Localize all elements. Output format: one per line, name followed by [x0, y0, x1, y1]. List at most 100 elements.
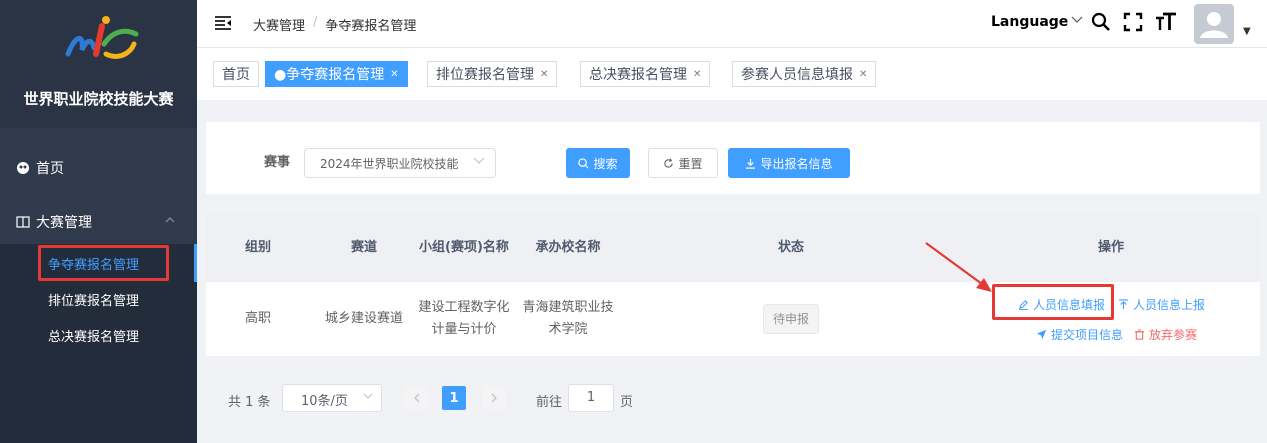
chevron-down-icon [363, 393, 373, 399]
close-icon[interactable]: ✕ [540, 69, 548, 80]
upload-icon [1118, 299, 1129, 310]
tag-label: ●争夺赛报名管理 [274, 67, 385, 83]
fill-personnel-link[interactable]: 人员信息填报 [1018, 296, 1105, 313]
close-icon[interactable]: ✕ [693, 69, 701, 80]
chevron-up-icon [165, 217, 175, 223]
sidebar-item-home[interactable]: 首页 [0, 150, 197, 186]
cell-track: 城乡建设赛道 [324, 311, 403, 326]
prev-page-button[interactable] [404, 386, 428, 410]
arrow-icon [925, 242, 992, 292]
report-personnel-label: 人员信息上报 [1133, 298, 1206, 312]
breadcrumb-item: 争夺赛报名管理 [325, 19, 417, 34]
close-icon[interactable]: ✕ [859, 69, 867, 80]
dashboard-icon [16, 161, 30, 175]
user-icon [1200, 12, 1228, 38]
export-button-label: 导出报名信息 [760, 156, 833, 171]
cell-name: 建设工程数字化计量与计价 [418, 300, 510, 337]
font-size-icon[interactable] [1155, 12, 1177, 32]
menu-fold-icon[interactable] [215, 16, 231, 30]
sidebar-item-final-reg[interactable]: 总决赛报名管理 [0, 318, 197, 352]
tag-final-reg[interactable]: 总决赛报名管理 ✕ [580, 61, 711, 87]
reset-button[interactable]: 重置 [648, 148, 718, 178]
cell-status: 待申报 [746, 282, 836, 356]
book-icon [16, 215, 30, 229]
sidebar-group-contest[interactable]: 大赛管理 [0, 204, 197, 240]
export-button[interactable]: 导出报名信息 [728, 148, 850, 178]
delete-icon [1134, 329, 1145, 340]
goto-label: 前往 [536, 395, 563, 410]
abandon-label: 放弃参赛 [1149, 328, 1198, 342]
sidebar-item-contest-reg[interactable]: 争夺赛报名管理 [0, 246, 197, 280]
breadcrumb-item[interactable]: 大赛管理 [253, 15, 305, 34]
tag-label: 排位赛报名管理 [436, 67, 534, 83]
logo-icon [65, 16, 139, 59]
send-icon [1036, 329, 1047, 340]
tags-view: 首页 ●争夺赛报名管理 ✕ 排位赛报名管理 ✕ 总决赛报名管理 ✕ 参赛人员信息… [197, 48, 1267, 100]
total-count: 共 1 条 [228, 395, 271, 410]
sidebar-group-label: 大赛管理 [36, 215, 92, 231]
sidebar: 世界职业院校技能大赛 首页 大赛管理 争夺赛报名管理 排位赛报名管理 总决赛报名… [0, 0, 197, 443]
search-icon[interactable] [1091, 12, 1111, 32]
pagination: 共 1 条 10条/页 1 前往 1 页 [206, 382, 806, 414]
language-selector[interactable]: Language [991, 14, 1068, 30]
page-number-button[interactable]: 1 [442, 386, 466, 410]
search-button-label: 搜索 [593, 156, 618, 171]
goto-page-input[interactable]: 1 [568, 384, 614, 412]
sidebar-item-label: 总决赛报名管理 [48, 329, 140, 345]
tag-personnel-fill[interactable]: 参赛人员信息填报 ✕ [732, 61, 877, 87]
next-page-button[interactable] [482, 386, 506, 410]
tag-label: 首页 [222, 67, 250, 83]
search-button[interactable]: 搜索 [566, 148, 630, 178]
column-header-group: 组别 [244, 240, 271, 255]
submit-project-label: 提交项目信息 [1051, 328, 1124, 342]
chevron-down-icon [473, 157, 485, 164]
fullscreen-icon[interactable] [1123, 12, 1143, 32]
event-select[interactable]: 2024年世界职业院校技能 [304, 148, 496, 178]
registration-table: 组别 赛道 小组(赛项)名称 承办校名称 状态 操作 高职 城乡建设赛道 建设工… [206, 214, 1260, 356]
logo-area: 世界职业院校技能大赛 [0, 0, 197, 128]
download-icon [746, 158, 756, 169]
sidebar-item-label: 排位赛报名管理 [48, 293, 140, 309]
chevron-left-icon [413, 393, 419, 403]
abandon-link[interactable]: 放弃参赛 [1134, 326, 1197, 343]
sidebar-item-ranking-reg[interactable]: 排位赛报名管理 [0, 282, 197, 316]
event-label: 赛事 [264, 155, 291, 170]
breadcrumb: 大赛管理 / 争夺赛报名管理 [253, 15, 416, 34]
close-icon[interactable]: ✕ [390, 69, 398, 80]
select-value: 2024年世界职业院校技能 [320, 157, 459, 171]
tag-ranking-reg[interactable]: 排位赛报名管理 ✕ [427, 61, 558, 87]
active-indicator [194, 244, 197, 282]
fill-personnel-label: 人员信息填报 [1033, 298, 1106, 312]
table-header: 组别 赛道 小组(赛项)名称 承办校名称 状态 操作 [206, 214, 1260, 282]
cell-school: 青海建筑职业技术学院 [522, 300, 614, 337]
app-title: 世界职业院校技能大赛 [23, 90, 174, 108]
status-badge: 待申报 [762, 304, 819, 334]
column-header-name: 小组(赛项)名称 [419, 240, 509, 255]
search-icon [578, 157, 589, 169]
filter-panel: 赛事 2024年世界职业院校技能 搜索 重置 导出报名信息 [206, 122, 1260, 194]
breadcrumb-separator: / [313, 15, 318, 30]
column-header-track: 赛道 [350, 240, 377, 255]
caret-down-icon[interactable]: ▼ [1243, 26, 1251, 37]
column-header-school: 承办校名称 [535, 240, 601, 255]
chevron-right-icon [491, 393, 497, 403]
top-header: 大赛管理 / 争夺赛报名管理 Language ▼ [197, 0, 1267, 48]
cell-group: 高职 [244, 311, 271, 326]
submit-project-link[interactable]: 提交项目信息 [1036, 326, 1123, 343]
tag-label: 总决赛报名管理 [589, 67, 687, 83]
edit-icon [1018, 300, 1029, 310]
page-suffix-label: 页 [620, 395, 634, 410]
column-header-actions: 操作 [1097, 240, 1124, 255]
tag-home[interactable]: 首页 [213, 61, 259, 87]
column-header-status: 状态 [777, 240, 804, 255]
page-size-select[interactable]: 10条/页 [282, 384, 382, 412]
report-personnel-link[interactable]: 人员信息上报 [1118, 296, 1205, 313]
chevron-down-icon[interactable] [1071, 16, 1083, 24]
refresh-icon [664, 158, 674, 168]
sidebar-item-label: 首页 [36, 161, 64, 177]
tag-contest-reg[interactable]: ●争夺赛报名管理 ✕ [265, 61, 408, 87]
reset-button-label: 重置 [678, 156, 703, 171]
sidebar-item-label: 争夺赛报名管理 [48, 257, 140, 273]
page-size-value: 10条/页 [301, 394, 348, 409]
avatar[interactable] [1194, 4, 1234, 44]
